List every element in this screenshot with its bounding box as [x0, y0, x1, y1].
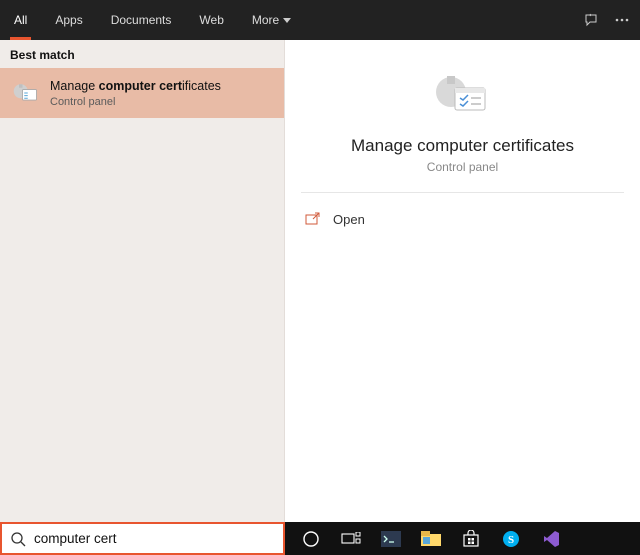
tab-label: More: [252, 13, 279, 27]
detail-subtitle: Control panel: [305, 160, 620, 174]
tab-documents[interactable]: Documents: [97, 0, 186, 40]
chevron-down-icon: [283, 18, 291, 23]
taskbar-store-icon[interactable]: [451, 522, 491, 555]
taskbar-taskview-icon[interactable]: [331, 522, 371, 555]
search-filter-tabbar: All Apps Documents Web More: [0, 0, 640, 40]
search-box[interactable]: [0, 522, 285, 555]
search-box-container: [0, 522, 285, 555]
tab-label: Apps: [55, 13, 82, 27]
best-match-header: Best match: [0, 40, 284, 68]
result-text: Manage computer certificates Control pan…: [50, 78, 221, 108]
result-manage-computer-certificates[interactable]: Manage computer certificates Control pan…: [0, 68, 284, 118]
taskbar-explorer-icon[interactable]: [411, 522, 451, 555]
search-results-main: Best match Manage computer certificates …: [0, 40, 640, 522]
feedback-icon[interactable]: [584, 12, 600, 28]
action-open[interactable]: Open: [285, 203, 640, 235]
detail-actions: Open: [285, 193, 640, 245]
detail-title: Manage computer certificates: [305, 136, 620, 156]
detail-header: Manage computer certificates Control pan…: [285, 40, 640, 192]
detail-pane: Manage computer certificates Control pan…: [285, 40, 640, 522]
tab-more[interactable]: More: [238, 0, 305, 40]
svg-text:S: S: [508, 534, 514, 546]
action-label: Open: [333, 212, 365, 227]
cert-large-icon: [305, 70, 620, 122]
tab-web[interactable]: Web: [185, 0, 237, 40]
tab-label: Web: [199, 13, 223, 27]
taskbar: S: [285, 522, 640, 555]
result-title: Manage computer certificates: [50, 78, 221, 94]
ellipsis-icon[interactable]: [614, 12, 630, 28]
result-subtitle: Control panel: [50, 96, 221, 108]
cert-small-icon: [12, 79, 40, 107]
taskbar-visualstudio-icon[interactable]: [531, 522, 571, 555]
bottom-bar: S: [0, 522, 640, 555]
tab-all[interactable]: All: [0, 0, 41, 40]
tabbar-actions: [584, 0, 630, 40]
filter-tabs: All Apps Documents Web More: [0, 0, 305, 40]
search-input[interactable]: [34, 531, 275, 546]
taskbar-terminal-icon[interactable]: [371, 522, 411, 555]
tab-label: All: [14, 13, 27, 27]
search-icon: [10, 531, 26, 547]
tab-apps[interactable]: Apps: [41, 0, 96, 40]
tab-label: Documents: [111, 13, 172, 27]
open-icon: [305, 211, 321, 227]
taskbar-skype-icon[interactable]: S: [491, 522, 531, 555]
results-column: Best match Manage computer certificates …: [0, 40, 285, 522]
taskbar-cortana-icon[interactable]: [291, 522, 331, 555]
